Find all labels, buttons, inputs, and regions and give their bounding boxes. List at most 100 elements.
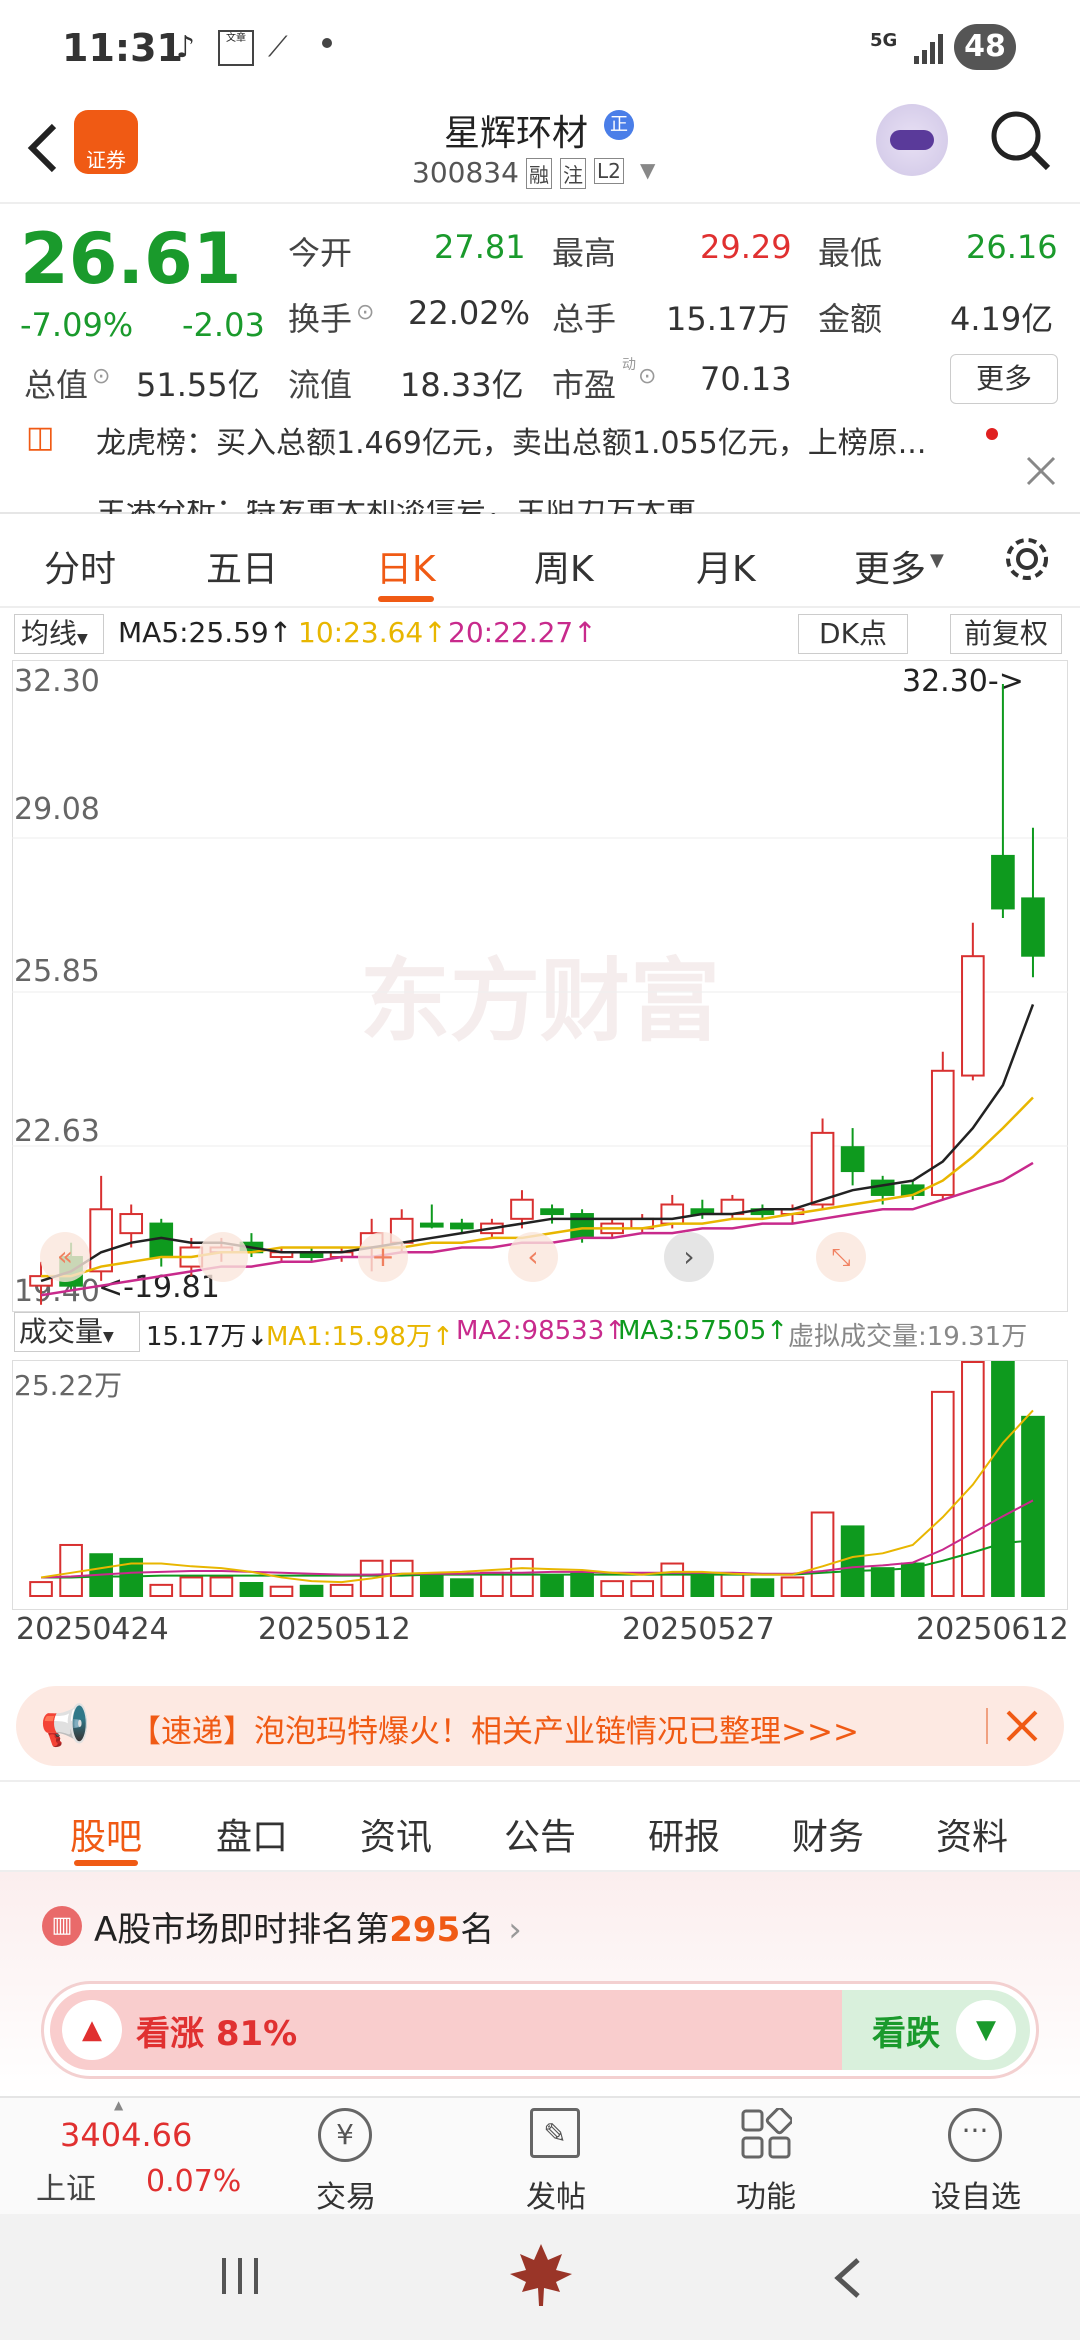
bear-label[interactable]: 看跌 xyxy=(872,2006,940,2055)
tab-intraday[interactable]: 分时 xyxy=(44,540,116,592)
candle-body xyxy=(840,1146,865,1173)
volume-ma2: MA2:98533↑ xyxy=(456,1316,627,1346)
add-watchlist-label: 设自选 xyxy=(931,2180,1021,2215)
stock-switch-chevron-icon[interactable]: ▼ xyxy=(640,158,655,182)
tab-five-day[interactable]: 五日 xyxy=(206,540,278,592)
ma-select[interactable]: 均线▼ xyxy=(14,614,104,654)
current-price: 26.61 xyxy=(20,218,242,300)
volume-current: 15.17万↓ xyxy=(146,1322,269,1352)
tiktok-icon: ♪ xyxy=(176,30,196,65)
volume-bar xyxy=(239,1582,264,1598)
index-ticker[interactable]: ▲ 3404.66 上证 0.07% xyxy=(0,2098,241,2216)
x-tick-3: 20250612 xyxy=(916,1612,1069,1647)
status-bar: 11:31 ♪ 文章 ⟋ 5G 48 xyxy=(0,0,1080,96)
crosshair-icon[interactable]: + xyxy=(358,1232,408,1282)
trade-button[interactable]: ¥ 交易 xyxy=(276,2098,416,2216)
kline-tab-bar: 分时 五日 日K 周K 月K 更多 ▼ xyxy=(0,514,1080,608)
bull-label[interactable]: 看涨 81% xyxy=(136,2006,297,2055)
news-ticker[interactable]: ◫ 龙虎榜：买入总额1.469亿元，卖出总额1.055亿元，上榜原... 主港分… xyxy=(0,414,1080,514)
scroll-right-icon[interactable]: › xyxy=(664,1232,714,1282)
scroll-left-icon[interactable]: ‹ xyxy=(508,1232,558,1282)
close-news-icon[interactable] xyxy=(1024,454,1058,488)
tab-announcements[interactable]: 公告 xyxy=(504,1808,576,1860)
chart-settings-gear-icon[interactable] xyxy=(1002,534,1052,584)
system-nav-bar xyxy=(0,2214,1080,2340)
bear-down-icon[interactable]: ▼ xyxy=(956,2000,1016,2060)
stock-name[interactable]: 星辉环材 xyxy=(444,104,588,156)
recent-apps-icon[interactable] xyxy=(218,2256,262,2296)
unread-dot xyxy=(986,428,998,440)
index-name: 上证 xyxy=(36,2172,96,2207)
tab-news[interactable]: 资讯 xyxy=(360,1808,432,1860)
post-label: 发帖 xyxy=(526,2180,586,2215)
candle-body xyxy=(810,1131,835,1206)
close-promo-icon[interactable] xyxy=(1004,1708,1040,1744)
x-tick-1: 20250512 xyxy=(258,1612,411,1647)
candlestick-plot xyxy=(12,684,1068,1305)
volume-value: 15.17万 xyxy=(666,300,790,338)
indicator-select[interactable]: 成交量▼ xyxy=(14,1312,140,1352)
dragon-tiger-text[interactable]: 龙虎榜：买入总额1.469亿元，卖出总额1.055亿元，上榜原... xyxy=(96,418,926,462)
candle-body xyxy=(660,1203,685,1225)
pe-value: 70.13 xyxy=(700,360,792,398)
ranking-prefix: A股市场即时排名第 xyxy=(94,1910,390,1950)
promo-banner[interactable]: 📢 【速递】泡泡玛特爆火！相关产业链情况已整理>>> xyxy=(16,1686,1064,1766)
active-info-tab-indicator xyxy=(74,1860,138,1866)
more-quote-button[interactable]: 更多 xyxy=(950,354,1058,404)
promo-text[interactable]: 【速递】泡泡玛特爆火！相关产业链情况已整理>>> xyxy=(130,1706,859,1751)
tab-profile[interactable]: 资料 xyxy=(936,1808,1008,1860)
add-watchlist-button[interactable]: ··· 设自选 xyxy=(906,2098,1046,2216)
kline-chart-area[interactable]: 均线▼ MA5:25.59↑ 10:23.64↑ 20:22.27↑ DK点 前… xyxy=(0,608,1080,1668)
candle-body xyxy=(510,1198,534,1220)
quote-panel: 26.61 -7.09% -2.03 今开 27.81 最高 29.29 最低 … xyxy=(0,204,1080,414)
tab-research[interactable]: 研报 xyxy=(648,1808,720,1860)
tab-guba[interactable]: 股吧 xyxy=(70,1808,142,1860)
ranking-panel: ▥ A股市场即时排名第295名 › ▲ 看涨 81% 看跌 ▼ xyxy=(0,1872,1080,2096)
back-nav-icon[interactable] xyxy=(828,2256,868,2300)
securities-logo[interactable]: 证券 xyxy=(74,110,138,174)
pe-dynamic-mark: 动 xyxy=(622,357,636,373)
assistant-avatar-icon[interactable] xyxy=(876,104,948,176)
tab-more[interactable]: 更多 xyxy=(854,540,926,592)
ma10-value: 10:23.64↑ xyxy=(298,616,447,649)
open-label: 今开 xyxy=(288,234,353,272)
adjust-button[interactable]: 前复权 xyxy=(950,614,1062,654)
market-cap-info-icon[interactable]: ⊙ xyxy=(92,364,110,389)
turnover-info-icon[interactable]: ⊙ xyxy=(356,300,374,325)
ranking-text[interactable]: A股市场即时排名第295名 › xyxy=(94,1902,522,1951)
dk-point-button[interactable]: DK点 xyxy=(798,614,908,654)
pe-info-icon[interactable]: ⊙ xyxy=(638,364,656,389)
volume-bar xyxy=(961,1361,985,1597)
search-icon[interactable] xyxy=(988,108,1054,174)
tab-financials[interactable]: 财务 xyxy=(792,1808,864,1860)
post-button[interactable]: ✎ 发帖 xyxy=(486,2098,626,2216)
dragon-tiger-icon: ◫ xyxy=(26,420,55,455)
volume-bar xyxy=(660,1562,685,1597)
tab-order-book[interactable]: 盘口 xyxy=(216,1808,288,1860)
chart-control-icon[interactable] xyxy=(198,1232,248,1282)
market-cap-label: 总值 xyxy=(24,366,89,404)
home-maple-leaf-icon[interactable] xyxy=(506,2240,576,2310)
volume-bar xyxy=(810,1511,835,1597)
tab-weekly-k[interactable]: 周K xyxy=(534,540,594,592)
fullscreen-icon[interactable]: ⤡ xyxy=(816,1232,866,1282)
functions-button[interactable]: 功能 xyxy=(696,2098,836,2216)
volume-bar xyxy=(510,1557,534,1597)
tab-daily-k[interactable]: 日K xyxy=(376,540,436,592)
bull-up-icon[interactable]: ▲ xyxy=(62,2000,122,2060)
tab-monthly-k[interactable]: 月K xyxy=(696,540,756,592)
back-arrow-icon[interactable] xyxy=(22,118,62,178)
zoom-out-control-icon[interactable]: « xyxy=(40,1232,90,1282)
volume-bar xyxy=(59,1543,83,1597)
tag-registered: 注 xyxy=(560,158,586,189)
info-tab-bar: 股吧 盘口 资讯 公告 研报 财务 资料 xyxy=(0,1780,1080,1872)
volume-bar xyxy=(540,1574,564,1598)
app-notification-icon: ⟋ xyxy=(268,30,288,63)
more-dropdown-icon[interactable]: ▼ xyxy=(930,550,944,571)
volume-bar xyxy=(149,1583,174,1598)
official-badge: 正 xyxy=(604,110,634,140)
turnover-value: 22.02% xyxy=(408,294,531,332)
volume-bar xyxy=(480,1571,504,1597)
analysis-ticker-text[interactable]: 主港分析：特发重大利淡信号，主阻力方大重 xyxy=(96,500,696,514)
volume-bar xyxy=(179,1576,204,1597)
